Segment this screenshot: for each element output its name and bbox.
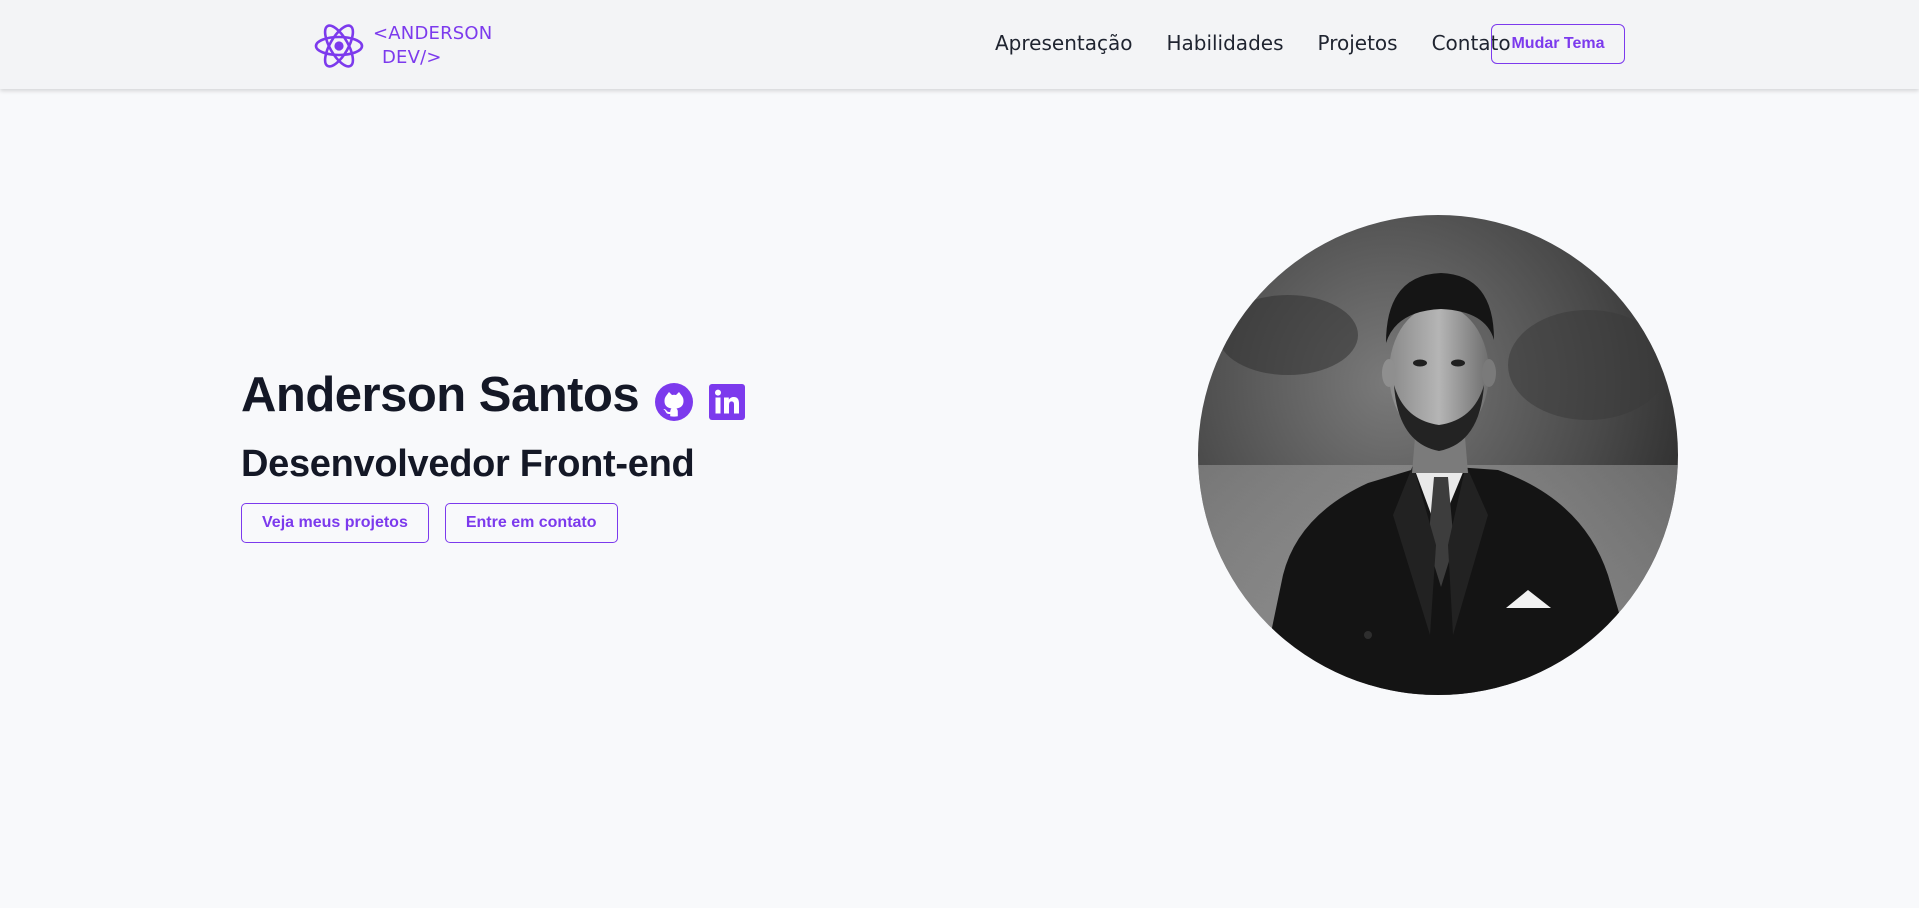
view-projects-button[interactable]: Veja meus projetos (241, 503, 429, 543)
hero-name: Anderson Santos (241, 368, 640, 422)
portrait-illustration (1198, 215, 1678, 695)
nav-link-projetos[interactable]: Projetos (1317, 30, 1397, 56)
linkedin-link[interactable] (693, 370, 746, 420)
react-atom-icon (314, 24, 364, 68)
nav-link-habilidades[interactable]: Habilidades (1166, 30, 1283, 56)
nav-link-apresentacao[interactable]: Apresentação (995, 30, 1132, 56)
hero-cta-row: Veja meus projetos Entre em contato (241, 503, 634, 543)
site-header: <ANDERSON DEV/> Apresentação Habilidades… (0, 0, 1919, 89)
hero-role: Desenvolvedor Front-end (241, 443, 695, 485)
theme-toggle-button[interactable]: Mudar Tema (1491, 24, 1625, 64)
linkedin-icon (709, 384, 746, 420)
logo-line-2: DEV/> (382, 47, 442, 68)
logo-line-1: <ANDERSON (373, 23, 493, 44)
main-nav: Apresentação Habilidades Projetos Contat… (995, 30, 1545, 56)
logo[interactable]: <ANDERSON DEV/> (313, 22, 492, 70)
github-link[interactable] (639, 369, 694, 421)
contact-button[interactable]: Entre em contato (444, 503, 618, 543)
hero-name-row: Anderson Santos (241, 366, 746, 424)
profile-photo (1198, 215, 1678, 695)
logo-text: <ANDERSON DEV/> (373, 22, 492, 70)
github-icon (655, 383, 694, 421)
